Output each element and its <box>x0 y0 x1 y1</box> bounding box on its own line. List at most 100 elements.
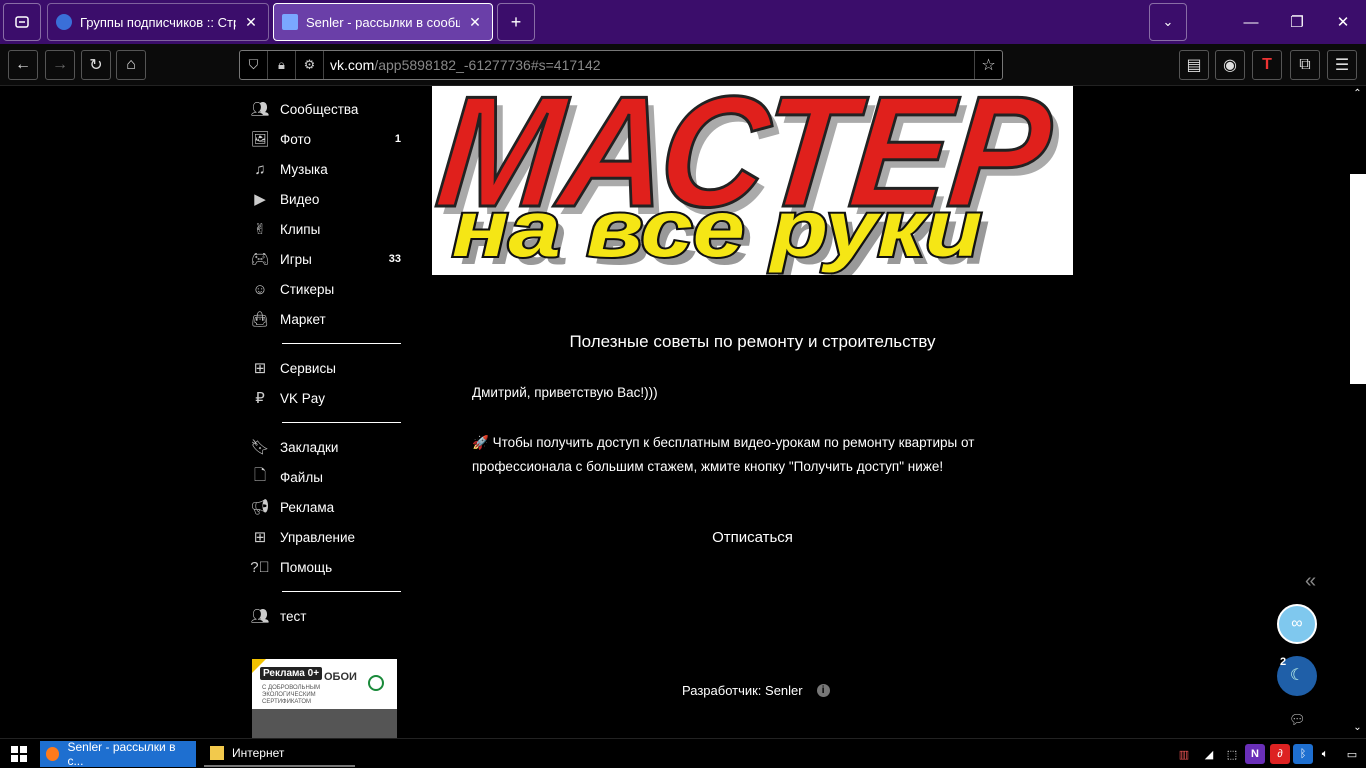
shield-icon[interactable]: ⛉ <box>240 51 268 79</box>
ad-headline: ОБОИ <box>324 671 357 683</box>
greeting-text: Дмитрий, приветствую Вас!))) <box>472 385 658 400</box>
url-text[interactable]: vk.com/app5898182_-61277736#s=417142 <box>324 57 974 73</box>
notifications-icon[interactable]: ▭ <box>1342 744 1362 764</box>
eco-logo-icon <box>368 675 384 691</box>
chevron-down-icon: ⌄ <box>1162 14 1174 29</box>
people-icon: 👥︎ <box>250 101 270 118</box>
tab-title: Senler - рассылки в сообщест <box>306 14 460 30</box>
tab-senler[interactable]: Senler - рассылки в сообщест ✕ <box>273 3 493 41</box>
volume-icon[interactable]: 🔈︎ <box>1315 744 1335 764</box>
tab-overview-button[interactable] <box>3 3 41 41</box>
sidebar-item-stickers[interactable]: ☺ Стикеры <box>250 274 405 304</box>
sidebar-item-label: Управление <box>280 529 356 545</box>
extension-t-button[interactable]: T <box>1252 50 1282 80</box>
sidebar-item-games[interactable]: 🎮︎ Игры 33 <box>250 244 405 274</box>
sidebar-item-market[interactable]: 👜︎ Маркет <box>250 304 405 334</box>
taskbar-item-label: Интернет <box>232 746 285 760</box>
restore-button[interactable]: ❐ <box>1274 0 1320 44</box>
sidebar-item-files[interactable]: 🗋 Файлы <box>250 462 405 492</box>
sidebar-item-communities[interactable]: 👥︎ Сообщества <box>250 94 405 124</box>
sidebar-item-music[interactable]: ♫ Музыка <box>250 154 405 184</box>
sidebar-ad[interactable]: Реклама 0+ ОБОИ С ДОБРОВОЛЬНЫМ ЭКОЛОГИЧЕ… <box>252 659 397 738</box>
bag-icon: 👜︎ <box>250 311 270 328</box>
sidebar-item-label: Стикеры <box>280 281 335 297</box>
address-bar[interactable]: ⛉ 🔒︎ ⚙ vk.com/app5898182_-61277736#s=417… <box>239 50 1003 80</box>
ad-image <box>252 709 397 738</box>
sidebar-item-label: Закладки <box>280 439 339 455</box>
sidebar-item-help[interactable]: ?⃝ Помощь <box>250 552 405 582</box>
close-window-button[interactable]: ✕ <box>1320 0 1366 44</box>
sidebar-item-test[interactable]: 👥︎ тест <box>250 601 405 631</box>
senler-favicon-icon <box>56 14 72 30</box>
new-tab-button[interactable]: + <box>497 3 535 41</box>
reload-icon: ↻ <box>89 57 103 74</box>
ad-tag: Реклама 0+ <box>260 667 323 680</box>
sidebar-item-label: Помощь <box>280 559 333 575</box>
sidebar-item-bookmarks[interactable]: 🔖︎ Закладки <box>250 432 405 462</box>
network-icon[interactable]: ◢ <box>1199 744 1219 764</box>
sidebar-item-count: 1 <box>394 133 401 145</box>
sidebar-item-label: Музыка <box>280 161 328 177</box>
float-app-button-2[interactable]: ☾ 2 <box>1277 656 1317 696</box>
close-tab-icon[interactable]: ✕ <box>242 14 260 31</box>
page-scrollbar[interactable]: ⌃ ⌄ <box>1349 86 1366 738</box>
sidebar-item-services[interactable]: ⊞ Сервисы <box>250 353 405 383</box>
browser-tab-bar: Группы подписчиков :: Строи ✕ Senler - р… <box>0 0 1366 44</box>
scroll-up-icon[interactable]: ⌃ <box>1349 88 1366 99</box>
tray-app-icon[interactable]: ▥ <box>1174 744 1194 764</box>
vk-sidebar: 👥︎ Сообщества 🖼︎ Фото 1 ♫ Музыка ▶ Видео… <box>250 94 405 631</box>
float-app-button-1[interactable]: ∞ <box>1277 604 1317 644</box>
sidebar-icon: ▤ <box>1186 57 1202 74</box>
sidebar-item-count: 33 <box>388 253 401 265</box>
back-button[interactable]: ← <box>8 50 38 80</box>
sidebar-item-video[interactable]: ▶ Видео <box>250 184 405 214</box>
megaphone-icon: 📢︎ <box>250 499 270 516</box>
unsubscribe-link[interactable]: Отписаться <box>432 529 1073 546</box>
extensions-button[interactable]: ⧉ <box>1290 50 1320 80</box>
notification-badge: 2 <box>1280 656 1287 668</box>
sidebar-item-vkpay[interactable]: ₽ VK Pay <box>250 383 405 413</box>
sidebar-toggle-button[interactable]: ▤ <box>1179 50 1209 80</box>
lock-icon[interactable]: 🔒︎ <box>268 51 296 79</box>
tab-subscriber-groups[interactable]: Группы подписчиков :: Строи ✕ <box>47 3 269 41</box>
description-body: Чтобы получить доступ к бесплатным видео… <box>472 435 975 474</box>
scrollbar-thumb[interactable] <box>1350 174 1366 384</box>
minimize-button[interactable]: — <box>1228 0 1274 44</box>
sidebar-item-ads[interactable]: 📢︎ Реклама <box>250 492 405 522</box>
menu-button[interactable]: ☰ <box>1327 50 1357 80</box>
sidebar-item-photo[interactable]: 🖼︎ Фото 1 <box>250 124 405 154</box>
mail-favicon-icon <box>282 14 298 30</box>
tray-red-app-icon[interactable]: ∂ <box>1270 744 1290 764</box>
chat-icon[interactable]: 💬︎ <box>1289 712 1306 728</box>
tray-n-icon[interactable]: N <box>1245 744 1265 764</box>
close-icon: ✕ <box>1336 14 1350 31</box>
permissions-icon[interactable]: ⚙ <box>296 51 324 79</box>
home-button[interactable]: ⌂ <box>116 50 146 80</box>
bookmark-star-icon[interactable]: ☆ <box>974 51 1002 79</box>
help-icon: ?⃝ <box>250 558 270 576</box>
sidebar-item-clips[interactable]: ✌ Клипы <box>250 214 405 244</box>
windows-taskbar: Senler - рассылки в с... Интернет ▥ ◢ ⬚ … <box>0 738 1366 768</box>
bluetooth-icon[interactable]: ᛒ <box>1293 744 1313 764</box>
close-tab-icon[interactable]: ✕ <box>466 14 484 31</box>
file-icon: 🗋 <box>253 466 267 484</box>
forward-button[interactable]: → <box>45 50 75 80</box>
info-icon[interactable]: i <box>816 684 830 697</box>
group-title: Полезные советы по ремонту и строительст… <box>569 332 936 351</box>
collapse-icon[interactable]: « <box>1305 570 1316 593</box>
taskbar-explorer[interactable]: Интернет <box>204 741 355 767</box>
taskbar-firefox[interactable]: Senler - рассылки в с... <box>40 740 196 768</box>
tab-overview-icon <box>15 16 29 28</box>
description-text: 🚀 Чтобы получить доступ к бесплатным вид… <box>472 431 1032 479</box>
browser-nav-bar: ← → ↻ ⌂ ⛉ 🔒︎ ⚙ vk.com/app5898182_-612777… <box>0 44 1366 86</box>
account-button[interactable]: ◉ <box>1215 50 1245 80</box>
scroll-down-icon[interactable]: ⌄ <box>1349 722 1366 733</box>
sidebar-item-label: Фото <box>280 131 312 147</box>
reload-button[interactable]: ↻ <box>81 50 111 80</box>
sidebar-item-management[interactable]: ⊞ Управление <box>250 522 405 552</box>
tray-monitor-icon[interactable]: ⬚ <box>1222 744 1242 764</box>
smile-icon: ☺ <box>252 280 268 298</box>
start-button[interactable] <box>2 741 36 767</box>
tab-list-button[interactable]: ⌄ <box>1149 3 1187 41</box>
bookmark-icon: 🔖︎ <box>250 439 270 456</box>
